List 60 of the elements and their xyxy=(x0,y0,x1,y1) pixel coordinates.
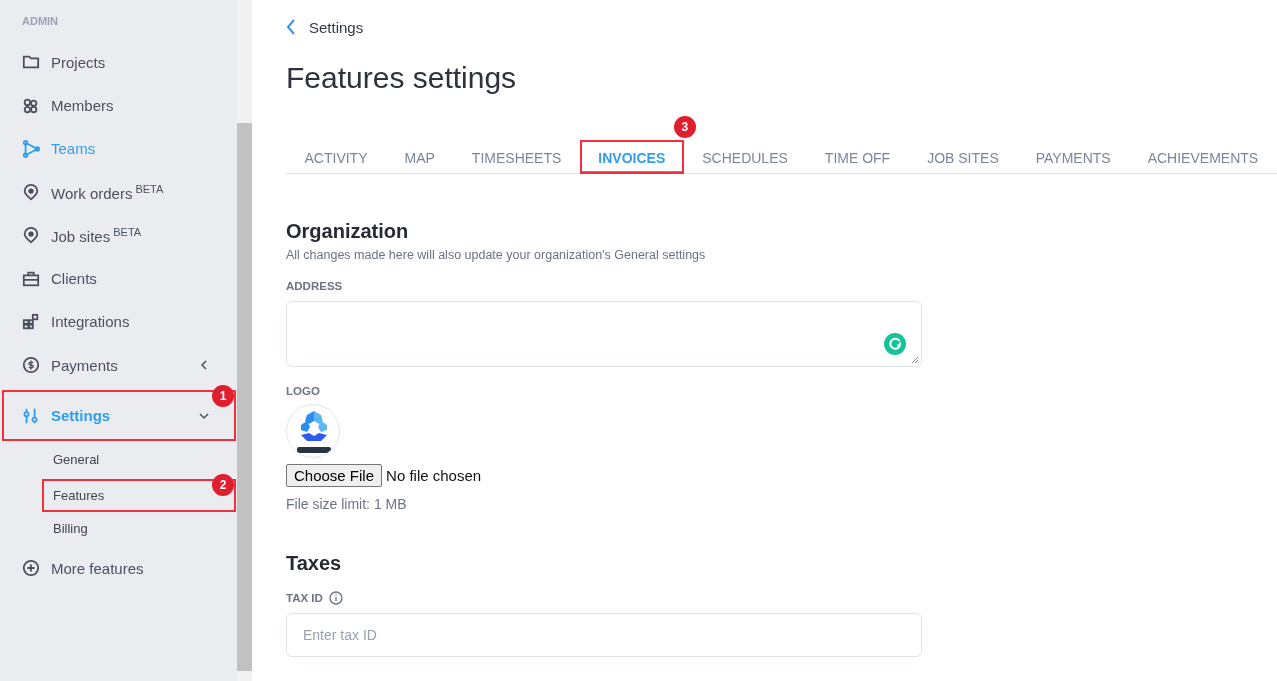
tab[interactable]: TIME OFF xyxy=(806,140,909,174)
menu-label: Work orders $^{BETA}$ xyxy=(51,182,165,202)
back-chevron-icon xyxy=(286,19,296,35)
file-size-hint: File size limit: 1 MB xyxy=(286,496,408,512)
callout-badge: 1 xyxy=(212,385,234,408)
back-link[interactable]: Settings xyxy=(286,17,364,37)
section-description: All changes made here will also update your organization's General settings xyxy=(286,248,707,262)
menu-label: Settings xyxy=(51,407,112,424)
info-icon[interactable] xyxy=(328,591,343,605)
menu-icon xyxy=(22,183,40,201)
menu-icon xyxy=(22,269,40,288)
menu-label: More features xyxy=(51,559,145,577)
tax-id-field[interactable]: Enter tax ID xyxy=(286,613,922,657)
menu-label: Members xyxy=(51,97,115,114)
section-title: Taxes xyxy=(286,552,343,575)
choose-file-button[interactable]: Choose File xyxy=(286,464,383,487)
sidebar-item[interactable]: Work orders $^{BETA}$ xyxy=(0,174,212,210)
section-title: Organization xyxy=(286,220,410,243)
scrollbar-thumb[interactable] xyxy=(237,123,252,671)
sidebar-item[interactable]: Job sites $^{BETA}$ xyxy=(0,217,212,254)
tab[interactable]: PAYMENTS xyxy=(1017,140,1130,174)
menu-label: Payments xyxy=(51,356,119,374)
submenu-item[interactable]: General xyxy=(0,446,213,474)
section-heading: ADMIN xyxy=(21,14,60,29)
menu-label: Job sites $^{BETA}$ xyxy=(51,225,143,245)
menu-label: Teams xyxy=(51,140,97,158)
tab[interactable]: SCHEDULES xyxy=(683,140,807,174)
menu-icon xyxy=(22,356,40,374)
menu-icon xyxy=(22,312,40,331)
menu-label: Clients xyxy=(51,270,98,287)
tab[interactable]: ACTIVITY xyxy=(286,140,386,174)
menu-icon xyxy=(22,406,40,425)
file-status: No file chosen xyxy=(386,467,482,484)
menu-icon xyxy=(22,139,40,158)
submenu-item[interactable]: Features xyxy=(44,482,210,509)
submenu-item[interactable]: Billing xyxy=(0,515,213,543)
menu-label: Projects xyxy=(51,53,107,71)
sidebar-item[interactable]: Projects xyxy=(0,44,212,81)
sidebar-item[interactable]: Integrations xyxy=(0,303,212,340)
sidebar-item[interactable]: Clients xyxy=(0,260,212,297)
menu-icon xyxy=(22,226,40,245)
sidebar-item[interactable]: Members xyxy=(0,87,212,124)
menu-icon xyxy=(22,559,40,578)
sidebar-item[interactable]: Payments xyxy=(0,347,212,383)
sidebar-item[interactable]: More features xyxy=(0,550,212,587)
back-label: Settings xyxy=(309,18,364,36)
menu-icon xyxy=(22,96,40,115)
field-label: ADDRESS xyxy=(286,280,343,292)
resize-grip-icon[interactable] xyxy=(911,356,919,364)
menu-label: Integrations xyxy=(51,313,131,331)
tab[interactable]: ACHIEVEMENTS xyxy=(1129,140,1277,174)
tab[interactable]: JOB SITES xyxy=(908,140,1018,174)
callout-badge: 2 xyxy=(212,474,234,497)
callout-badge: 3 xyxy=(673,116,696,138)
address-field[interactable] xyxy=(286,301,922,367)
page-title: Features settings xyxy=(286,61,518,96)
field-label: LOGO xyxy=(286,385,320,397)
field-label: TAX ID xyxy=(286,592,323,604)
tab[interactable]: MAP xyxy=(386,140,454,174)
tab[interactable]: TIMESHEETS xyxy=(453,140,580,174)
